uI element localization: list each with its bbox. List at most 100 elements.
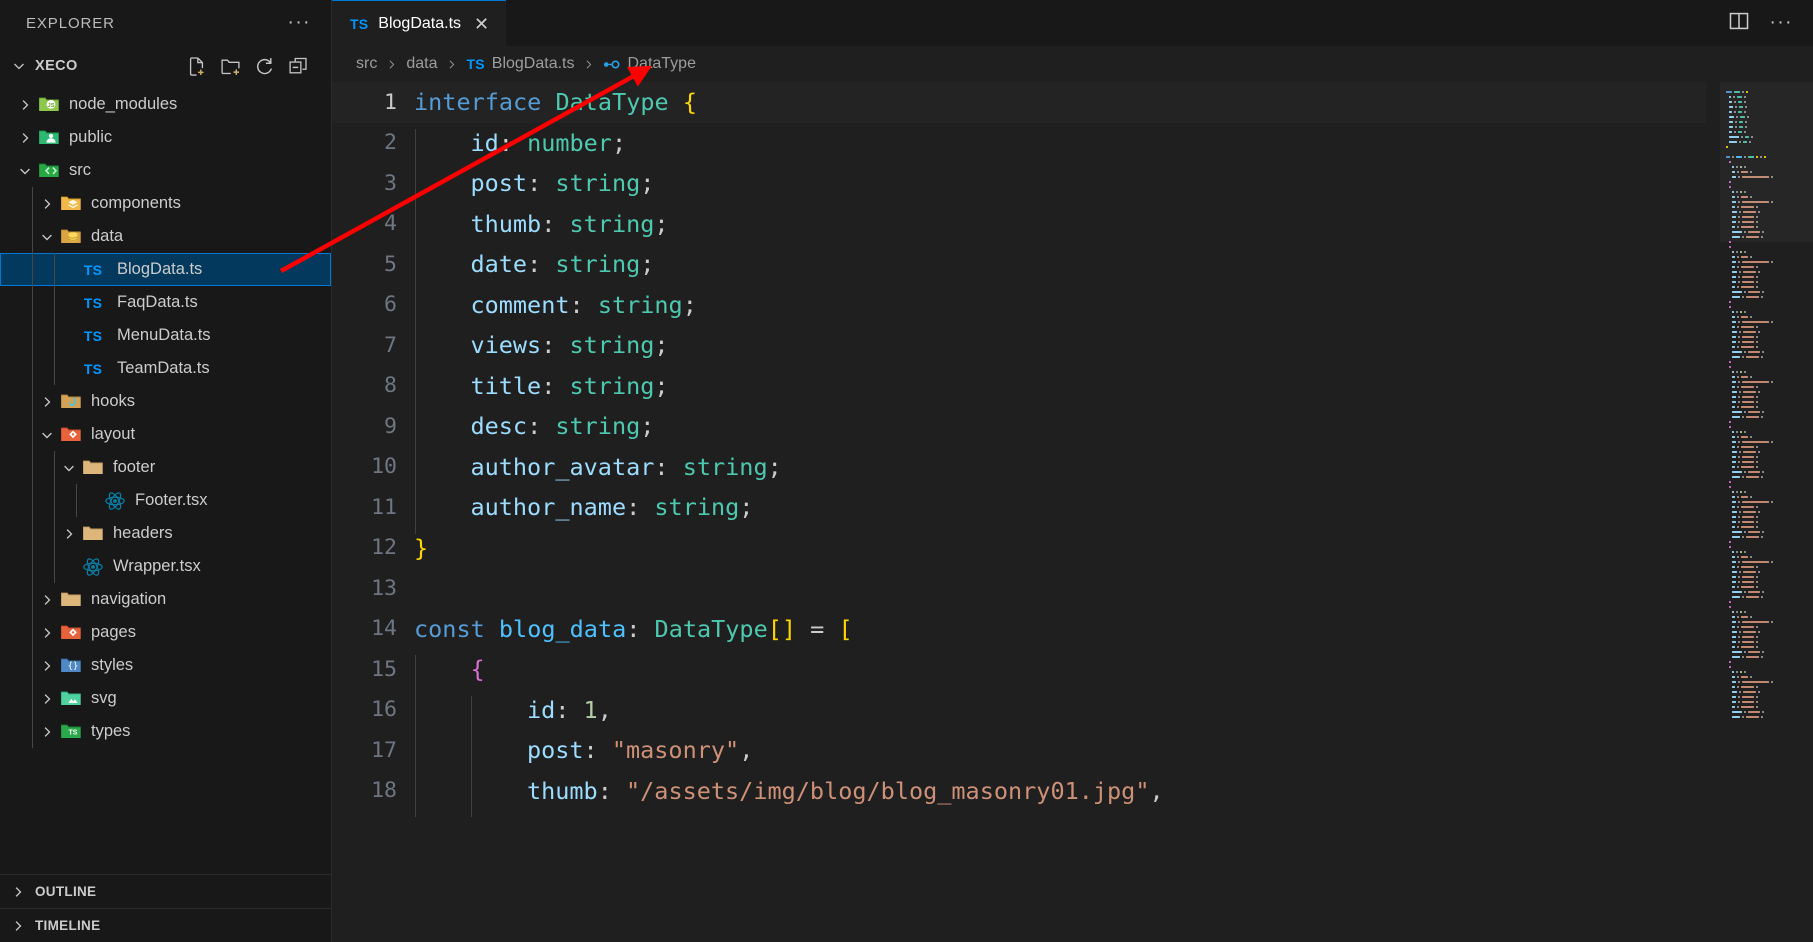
- chevron-right-icon[interactable]: [58, 526, 80, 542]
- minimap-token: [1732, 510, 1738, 514]
- chevron-right-icon[interactable]: [36, 394, 58, 410]
- tree-item-pages[interactable]: pages: [0, 616, 331, 649]
- minimap-token: [1749, 675, 1752, 679]
- chevron-right-icon[interactable]: [14, 97, 36, 113]
- editor-tab-blogdata[interactable]: TS BlogData.ts ✕: [332, 0, 507, 46]
- collapse-all-icon[interactable]: [288, 56, 309, 77]
- code-token: :: [626, 493, 655, 522]
- sidebar-panel-outline[interactable]: OUTLINE: [0, 874, 331, 908]
- explorer-more-actions-icon[interactable]: ···: [286, 13, 313, 32]
- code-line[interactable]: 10 author_avatar: string;: [332, 447, 1706, 494]
- tree-item-svg[interactable]: svg: [0, 682, 331, 715]
- tree-item-wrapper-tsx[interactable]: Wrapper.tsx: [0, 550, 331, 583]
- minimap-token: [1757, 570, 1760, 574]
- chevron-down-icon[interactable]: [8, 58, 30, 74]
- breadcrumb-item-blogdata-ts[interactable]: TS BlogData.ts: [466, 55, 574, 73]
- breadcrumb[interactable]: src data TS BlogData.ts DataType: [332, 46, 1813, 82]
- tree-item-teamdata-ts[interactable]: TS TeamData.ts: [0, 352, 331, 385]
- code-editor[interactable]: 1 interface DataType {2 id: number; 3 post: …: [332, 82, 1706, 942]
- code-token: thumb: [470, 209, 542, 238]
- chevron-right-icon[interactable]: [10, 918, 26, 934]
- chevron-right-icon[interactable]: [10, 884, 26, 900]
- minimap[interactable]: [1720, 82, 1813, 942]
- code-line[interactable]: 9 desc: string;: [332, 406, 1706, 453]
- code-line[interactable]: 1 interface DataType {: [332, 82, 1706, 123]
- code-line[interactable]: 7 views: string;: [332, 325, 1706, 372]
- tree-item-components[interactable]: components: [0, 187, 331, 220]
- minimap-token: [1743, 590, 1746, 594]
- code-token: string: [569, 371, 655, 400]
- more-actions-icon[interactable]: ···: [1768, 13, 1795, 32]
- chevron-down-icon[interactable]: [36, 427, 58, 443]
- chevron-right-icon[interactable]: [36, 691, 58, 707]
- code-line[interactable]: 16 id: 1,: [332, 690, 1706, 737]
- tree-item-headers[interactable]: headers: [0, 517, 331, 550]
- tree-item-hooks[interactable]: hooks: [0, 385, 331, 418]
- code-line[interactable]: 11 author_name: string;: [332, 487, 1706, 534]
- tree-item-public[interactable]: public: [0, 121, 331, 154]
- chevron-down-icon[interactable]: [58, 460, 80, 476]
- minimap-line: [1726, 515, 1811, 519]
- tree-item-types[interactable]: TS types: [0, 715, 331, 748]
- code-line[interactable]: 4 thumb: string;: [332, 204, 1706, 251]
- minimap-token: [1732, 680, 1736, 684]
- tree-item-navigation[interactable]: navigation: [0, 583, 331, 616]
- overview-ruler[interactable]: [1706, 82, 1720, 942]
- chevron-right-icon[interactable]: [36, 196, 58, 212]
- chevron-right-icon[interactable]: [36, 625, 58, 641]
- breadcrumb-item-data[interactable]: data: [406, 55, 437, 73]
- code-line[interactable]: 5 date: string;: [332, 244, 1706, 291]
- tree-item-footer-tsx[interactable]: Footer.tsx: [0, 484, 331, 517]
- split-editor-icon[interactable]: [1728, 10, 1750, 37]
- chevron-right-icon[interactable]: [36, 592, 58, 608]
- minimap-line: [1726, 290, 1811, 294]
- file-tree[interactable]: JS node_modules public src components data TS B…: [0, 86, 331, 874]
- line-number: 16: [371, 697, 397, 723]
- code-line[interactable]: 13: [332, 568, 1706, 609]
- tree-item-node-modules[interactable]: JS node_modules: [0, 88, 331, 121]
- code-line[interactable]: 15 {: [332, 649, 1706, 696]
- code-line[interactable]: 2 id: number;: [332, 123, 1706, 170]
- tree-item-layout[interactable]: layout: [0, 418, 331, 451]
- tree-item-styles[interactable]: {} styles: [0, 649, 331, 682]
- tree-item-faqdata-ts[interactable]: TS FaqData.ts: [0, 286, 331, 319]
- minimap-slider[interactable]: [1720, 82, 1813, 242]
- minimap-line: [1726, 505, 1811, 509]
- minimap-line: [1726, 545, 1811, 549]
- tree-item-blogdata-ts[interactable]: TS BlogData.ts: [0, 253, 331, 286]
- indent-guide: [415, 493, 416, 534]
- new-folder-icon[interactable]: [220, 56, 241, 77]
- minimap-line: [1726, 700, 1811, 704]
- minimap-line: [1726, 245, 1811, 249]
- code-line[interactable]: 3 post: string;: [332, 163, 1706, 210]
- code-line[interactable]: 14 const blog_data: DataType[] = [: [332, 609, 1706, 650]
- code-line[interactable]: 6 comment: string;: [332, 285, 1706, 332]
- tree-item-menudata-ts[interactable]: TS MenuData.ts: [0, 319, 331, 352]
- chevron-down-icon[interactable]: [14, 163, 36, 179]
- close-icon[interactable]: ✕: [471, 13, 492, 35]
- minimap-token: [1732, 415, 1741, 419]
- code-token: }: [414, 533, 429, 562]
- chevron-down-icon[interactable]: [36, 229, 58, 245]
- tree-item-footer[interactable]: footer: [0, 451, 331, 484]
- tree-item-data[interactable]: data: [0, 220, 331, 253]
- sidebar-panel-timeline[interactable]: TIMELINE: [0, 908, 331, 942]
- workspace-root-row[interactable]: XECO: [0, 46, 331, 86]
- chevron-right-icon[interactable]: [14, 130, 36, 146]
- minimap-token: [1732, 620, 1736, 624]
- chevron-right-icon[interactable]: [36, 658, 58, 674]
- minimap-token: [1736, 250, 1739, 254]
- tree-item-src[interactable]: src: [0, 154, 331, 187]
- code-token: :: [498, 128, 528, 157]
- refresh-icon[interactable]: [254, 56, 275, 77]
- code-line[interactable]: 8 title: string;: [332, 366, 1706, 413]
- line-number: 13: [371, 575, 397, 601]
- code-line[interactable]: 12}: [332, 528, 1706, 569]
- breadcrumb-item-src[interactable]: src: [356, 55, 377, 73]
- minimap-line: [1726, 310, 1811, 314]
- chevron-right-icon[interactable]: [36, 724, 58, 740]
- breadcrumb-item-datatype[interactable]: DataType: [603, 55, 696, 73]
- code-line[interactable]: 18 thumb: "/assets/img/blog/blog_masonry0…: [332, 771, 1706, 818]
- code-line[interactable]: 17 post: "masonry",: [332, 730, 1706, 777]
- new-file-icon[interactable]: [186, 56, 207, 77]
